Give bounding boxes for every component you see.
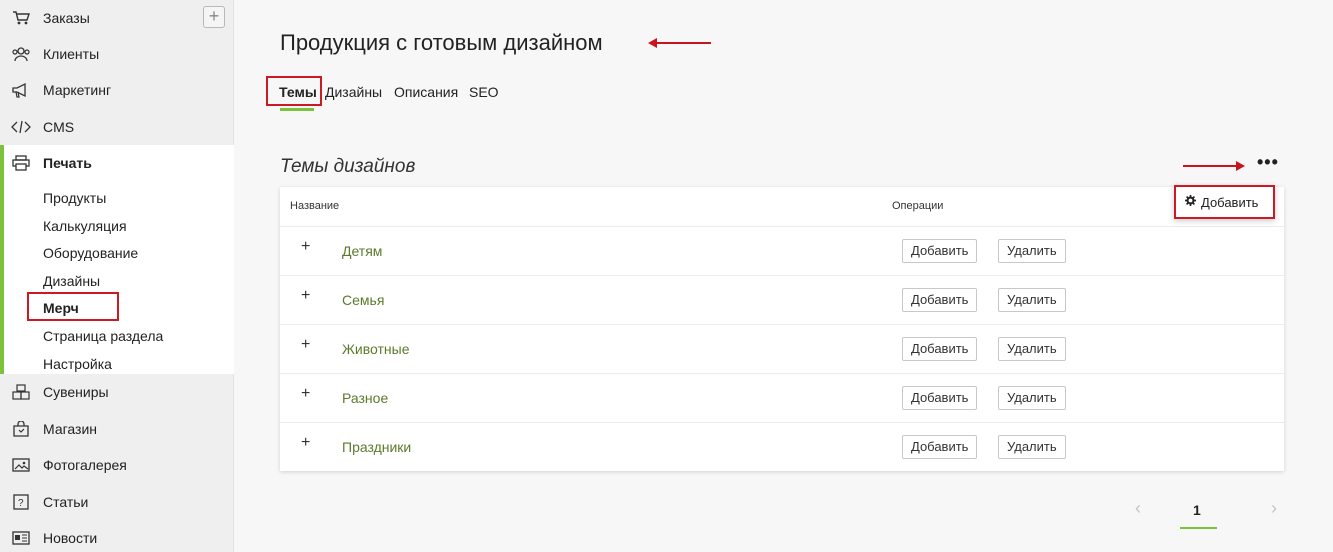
sidebar-item-label: Фотогалерея — [43, 457, 127, 473]
sidebar-item-label: CMS — [43, 119, 75, 135]
tab-designs[interactable]: Дизайны — [325, 84, 382, 100]
theme-name-link[interactable]: Разное — [342, 390, 388, 406]
news-icon — [10, 528, 32, 548]
sidebar-item-news[interactable]: Новости — [0, 520, 234, 552]
article-icon: ? — [10, 492, 32, 512]
annotation-arrow-head — [1236, 161, 1245, 171]
table-row: + Разное Добавить Удалить — [280, 373, 1284, 422]
tab-seo[interactable]: SEO — [469, 84, 499, 100]
svg-text:?: ? — [18, 498, 24, 509]
delete-button[interactable]: Удалить — [998, 435, 1066, 459]
shop-icon — [10, 419, 32, 439]
pagination-next-button[interactable]: › — [1271, 498, 1277, 519]
add-button[interactable]: Добавить — [902, 435, 978, 459]
section-title: Темы дизайнов — [280, 156, 416, 177]
megaphone-icon — [10, 80, 32, 100]
sidebar-item-clients[interactable]: Клиенты — [0, 36, 234, 72]
tab-descriptions[interactable]: Описания — [394, 84, 458, 100]
sidebar-item-label: Клиенты — [43, 46, 100, 62]
users-icon — [10, 44, 32, 64]
tab-themes[interactable]: Темы — [279, 84, 317, 100]
boxes-icon — [10, 382, 32, 402]
subitem-products[interactable]: Продукты — [43, 190, 106, 206]
sidebar-item-marketing[interactable]: Маркетинг — [0, 72, 234, 108]
pagination-prev-button[interactable]: ‹ — [1135, 498, 1141, 519]
sidebar-item-orders[interactable]: Заказы — [0, 0, 234, 36]
delete-button[interactable]: Удалить — [998, 239, 1066, 263]
subitem-section-page[interactable]: Страница раздела — [43, 328, 163, 344]
theme-name-link[interactable]: Семья — [342, 292, 384, 308]
subitem-equipment[interactable]: Оборудование — [43, 245, 138, 261]
add-button[interactable]: Добавить — [902, 288, 978, 312]
dropdown-add-label: Добавить — [1201, 194, 1259, 210]
pagination-active-indicator — [1180, 527, 1217, 529]
table-row: + Семья Добавить Удалить — [280, 275, 1284, 324]
delete-button[interactable]: Удалить — [998, 337, 1066, 361]
theme-name-link[interactable]: Животные — [342, 341, 410, 357]
expand-icon[interactable]: + — [301, 336, 310, 354]
subitem-merch[interactable]: Мерч — [43, 300, 79, 316]
sidebar-item-label: Новости — [43, 530, 98, 546]
sidebar-item-gallery[interactable]: Фотогалерея — [0, 447, 234, 483]
table-row: + Детям Добавить Удалить — [280, 226, 1284, 275]
add-button[interactable]: Добавить — [902, 337, 978, 361]
sidebar-item-label: Печать — [43, 155, 92, 171]
annotation-arrow — [1183, 165, 1237, 167]
sidebar-item-print[interactable]: Печать — [0, 145, 234, 181]
sidebar-item-label: Статьи — [43, 494, 89, 510]
expand-icon[interactable]: + — [301, 434, 310, 452]
printer-icon — [10, 153, 32, 173]
cart-icon — [10, 8, 32, 28]
sidebar-item-cms[interactable]: CMS — [0, 109, 234, 145]
subitem-calculation[interactable]: Калькуляция — [43, 218, 127, 234]
sidebar-item-label: Сувениры — [43, 384, 109, 400]
add-order-button[interactable]: + — [203, 6, 225, 28]
subitem-designs[interactable]: Дизайны — [43, 273, 100, 289]
page-title: Продукция с готовым дизайном — [280, 30, 603, 55]
column-header-operations: Операции — [892, 200, 944, 212]
expand-icon[interactable]: + — [301, 287, 310, 305]
add-button[interactable]: Добавить — [902, 386, 978, 410]
add-button[interactable]: Добавить — [902, 239, 978, 263]
theme-name-link[interactable]: Праздники — [342, 439, 411, 455]
sidebar-item-shop[interactable]: Магазин — [0, 411, 234, 447]
active-tab-indicator — [280, 108, 314, 111]
delete-button[interactable]: Удалить — [998, 288, 1066, 312]
annotation-arrow — [655, 42, 711, 44]
sidebar-item-label: Маркетинг — [43, 82, 112, 98]
sidebar-item-articles[interactable]: ? Статьи — [0, 484, 234, 520]
gear-icon — [1185, 195, 1196, 209]
sidebar-item-label: Заказы — [43, 10, 90, 26]
sidebar-item-label: Магазин — [43, 421, 98, 437]
table-row: + Животные Добавить Удалить — [280, 324, 1284, 373]
gallery-icon — [10, 455, 32, 475]
sidebar: Заказы + Клиенты Маркетинг CMS Печать Пр… — [0, 0, 234, 552]
dropdown-add-item[interactable]: Добавить — [1174, 185, 1275, 219]
code-icon — [10, 117, 32, 137]
table-row: + Праздники Добавить Удалить — [280, 422, 1284, 471]
sidebar-item-souvenirs[interactable]: Сувениры — [0, 374, 234, 410]
subitem-settings[interactable]: Настройка — [43, 356, 112, 372]
expand-icon[interactable]: + — [301, 385, 310, 403]
theme-name-link[interactable]: Детям — [342, 243, 382, 259]
delete-button[interactable]: Удалить — [998, 386, 1066, 410]
more-options-button[interactable]: ••• — [1257, 152, 1279, 173]
expand-icon[interactable]: + — [301, 238, 310, 256]
pagination-page[interactable]: 1 — [1193, 502, 1201, 518]
column-header-name: Название — [290, 200, 340, 212]
themes-table: Название Операции + Детям Добавить Удали… — [280, 187, 1284, 471]
